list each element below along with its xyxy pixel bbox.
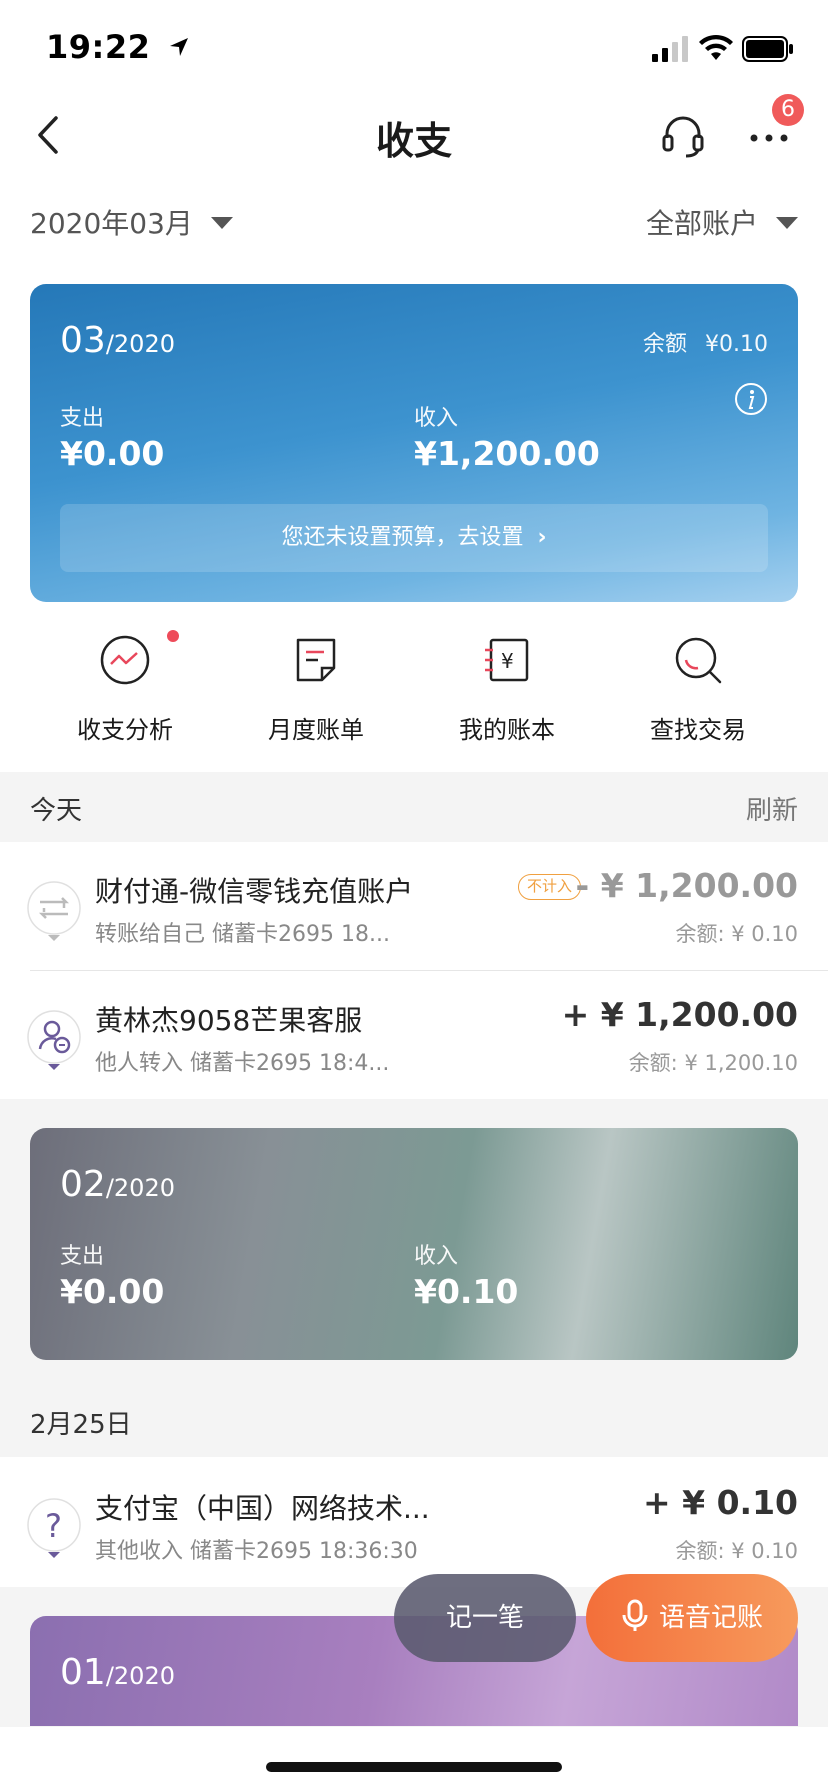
account-selector-label: 全部账户 [645,207,758,240]
action-income-expense-analysis[interactable]: 收支分析 [45,620,205,760]
balance-label: 余额 [643,332,688,357]
section-header-today: 今天 刷新 [0,772,828,842]
transfer-icon [27,881,81,941]
transaction-subtitle: 转账给自己 储蓄卡2695 18... [95,922,390,947]
income-value: ¥1,200.00 [414,434,600,473]
transaction-title: 黄林杰9058芒果客服 [95,1004,363,1037]
card-month: 02 [60,1164,106,1205]
location-arrow-icon [170,38,188,56]
section-title: 今天 [30,796,83,826]
month-selector-label: 2020年03月 [30,207,193,240]
search-icon [675,637,722,684]
battery-icon [742,36,793,62]
monthly-bill-icon [296,638,336,682]
card-month: 03 [60,320,106,361]
transaction-balance: 余额: ¥ 0.10 [675,1539,798,1563]
voice-record-button[interactable]: 语音记账 [586,1574,798,1662]
card-year: /2020 [105,330,175,358]
info-icon[interactable] [734,382,768,416]
transaction-row[interactable]: 黄林杰9058芒果客服 他人转入 储蓄卡2695 18:4... + ¥ 1,2… [0,971,828,1099]
action-label: 收支分析 [77,716,173,744]
income-label: 收入 [414,406,459,431]
customer-service-headset-icon[interactable] [660,112,706,158]
budget-prompt-text: 您还未设置预算，去设置 [281,525,524,550]
expense-value: ¥0.00 [60,434,165,473]
svg-text:¥: ¥ [501,649,514,673]
status-time: 19:22 [46,28,190,66]
month-summary-card[interactable]: 03/2020 余额 ¥0.10 支出 ¥0.00 收入 ¥1,200.00 您还… [30,284,798,602]
unread-dot [167,630,179,642]
expense-label: 支出 [60,1244,105,1269]
card-balance: 余额 ¥0.10 [643,326,768,358]
dropdown-triangle-icon [210,217,233,229]
action-find-transaction[interactable]: 查找交易 [618,620,778,760]
quick-actions: 收支分析 月度账单 ¥ 我的账本 查找交易 [0,620,828,760]
section-title: 2月25日 [30,1410,132,1440]
card-period: 01/2020 [60,1652,175,1693]
set-budget-button[interactable]: 您还未设置预算，去设置 › [60,504,768,572]
month-selector[interactable]: 2020年03月 [30,202,233,242]
status-bar: 19:22 [0,0,828,90]
transaction-title: 支付宝（中国）网络技术... [95,1492,430,1525]
transaction-subtitle: 他人转入 储蓄卡2695 18:4... [95,1051,390,1076]
action-my-ledger[interactable]: ¥ 我的账本 [427,620,587,760]
card-period: 02/2020 [60,1164,175,1205]
month-summary-card-feb[interactable]: 02/2020 支出 ¥0.00 收入 ¥0.10 [30,1128,798,1360]
refresh-button[interactable]: 刷新 [746,790,798,827]
transaction-amount: + ¥ 1,200.00 [561,995,798,1034]
dropdown-triangle-icon [776,217,798,229]
card-year: /2020 [105,1174,175,1202]
card-month: 01 [60,1652,106,1693]
balance-value: ¥0.10 [705,332,768,357]
status-time-text: 19:22 [46,28,151,66]
notification-badge: 6 [772,94,804,126]
action-label: 我的账本 [459,716,555,744]
trend-chart-icon [100,635,150,685]
transaction-balance: 余额: ¥ 0.10 [675,922,798,946]
cellular-signal-icon [652,36,688,62]
income-value: ¥0.10 [414,1272,519,1311]
transaction-row[interactable]: ? 支付宝（中国）网络技术... 其他收入 储蓄卡2695 18:36:30 +… [0,1459,828,1587]
card-period: 03/2020 [60,320,175,361]
action-label: 月度账单 [268,716,364,744]
voice-record-label: 语音记账 [658,1603,763,1633]
question-icon: ? [27,1498,81,1558]
nav-bar: 收支 [0,90,828,180]
section-header-feb25: 2月25日 [0,1386,828,1456]
record-entry-button[interactable]: 记一笔 [394,1574,576,1662]
transaction-balance: 余额: ¥ 1,200.10 [628,1051,798,1075]
chevron-right-icon: › [537,525,547,550]
expense-value: ¥0.00 [60,1272,165,1311]
card-year: /2020 [105,1662,175,1690]
income-label: 收入 [414,1244,459,1269]
home-indicator[interactable] [266,1762,562,1772]
transaction-row[interactable]: 财付通-微信零钱充值账户 不计入 转账给自己 储蓄卡2695 18... - ¥… [0,842,828,970]
ledger-icon: ¥ [485,638,529,682]
svg-text:?: ? [45,1507,62,1545]
transaction-subtitle: 其他收入 储蓄卡2695 18:36:30 [95,1539,418,1564]
record-entry-label: 记一笔 [445,1603,524,1633]
excluded-tag: 不计入 [518,874,582,900]
transaction-title: 财付通-微信零钱充值账户 [95,875,414,908]
filter-row: 2020年03月 全部账户 [0,190,828,250]
action-label: 查找交易 [650,716,746,744]
microphone-icon [622,1599,648,1631]
expense-label: 支出 [60,406,105,431]
wifi-icon [699,34,733,60]
account-selector[interactable]: 全部账户 [646,202,798,242]
transaction-amount: - ¥ 1,200.00 [575,866,798,905]
person-transfer-in-icon [27,1010,81,1070]
transaction-amount: + ¥ 0.10 [642,1483,798,1522]
action-monthly-bill[interactable]: 月度账单 [236,620,396,760]
bottom-safe-area [0,1727,828,1792]
